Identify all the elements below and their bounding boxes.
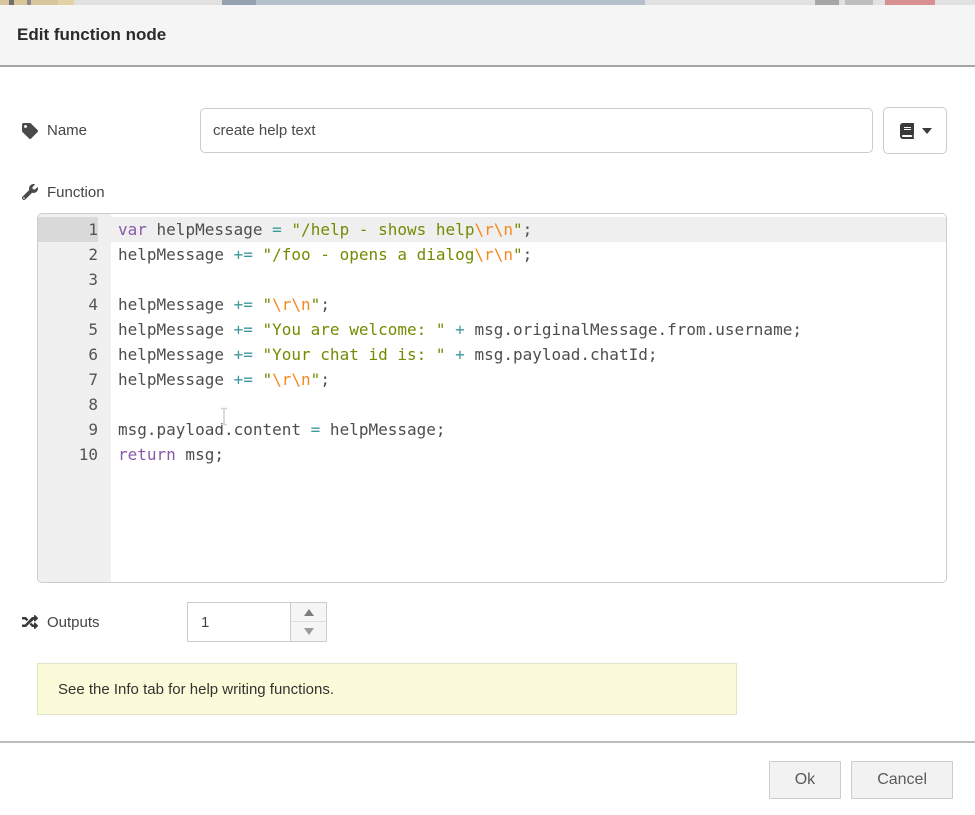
- outputs-input[interactable]: [188, 603, 290, 641]
- caret-down-icon: [922, 128, 932, 134]
- line-number: 9: [38, 417, 98, 442]
- code-line[interactable]: helpMessage += "Your chat id is: " + msg…: [118, 342, 946, 367]
- function-label: Function: [22, 182, 947, 202]
- outputs-label: Outputs: [22, 614, 187, 631]
- form-tip: See the Info tab for help writing functi…: [37, 663, 737, 715]
- dialog-body: Name Function 12345678910 var helpMessag…: [0, 67, 975, 741]
- spinner-down-button[interactable]: [291, 622, 326, 641]
- arrow-up-icon: [304, 609, 314, 616]
- spinner-buttons: [290, 603, 326, 641]
- dialog-title: Edit function node: [17, 25, 166, 45]
- name-label: Name: [22, 122, 200, 139]
- function-code-editor[interactable]: 12345678910 var helpMessage = "/help - s…: [37, 213, 947, 583]
- tag-icon: [22, 123, 38, 139]
- code-line[interactable]: helpMessage += "\r\n";: [118, 292, 946, 317]
- dialog-header: Edit function node: [0, 5, 975, 67]
- line-number: 8: [38, 392, 98, 417]
- name-row: Name: [22, 107, 947, 154]
- code-line[interactable]: msg.payload.content = helpMessage;: [118, 417, 946, 442]
- outputs-label-text: Outputs: [47, 614, 100, 631]
- line-number: 3: [38, 267, 98, 292]
- line-number: 1: [38, 217, 98, 242]
- line-number: 2: [38, 242, 98, 267]
- code-line[interactable]: return msg;: [118, 442, 946, 467]
- code-line[interactable]: helpMessage += "/foo - opens a dialog\r\…: [118, 242, 946, 267]
- code-line[interactable]: [118, 392, 946, 417]
- cancel-button[interactable]: Cancel: [851, 761, 953, 799]
- code-line[interactable]: helpMessage += "\r\n";: [118, 367, 946, 392]
- library-button[interactable]: [883, 107, 947, 154]
- ok-button[interactable]: Ok: [769, 761, 841, 799]
- arrow-down-icon: [304, 628, 314, 635]
- line-number: 5: [38, 317, 98, 342]
- code-line[interactable]: helpMessage += "You are welcome: " + msg…: [118, 317, 946, 342]
- editor-code-area[interactable]: var helpMessage = "/help - shows help\r\…: [111, 214, 946, 582]
- line-number: 7: [38, 367, 98, 392]
- function-label-text: Function: [47, 184, 105, 201]
- edit-function-node-dialog: Edit function node Name Function: [0, 5, 975, 815]
- line-number: 4: [38, 292, 98, 317]
- code-line[interactable]: var helpMessage = "/help - shows help\r\…: [111, 217, 946, 242]
- name-label-text: Name: [47, 122, 87, 139]
- dialog-footer: Ok Cancel: [0, 741, 975, 815]
- outputs-spinner: [187, 602, 327, 642]
- book-icon: [899, 123, 915, 139]
- code-line[interactable]: [118, 267, 946, 292]
- spinner-up-button[interactable]: [291, 603, 326, 622]
- editor-gutter: 12345678910: [38, 214, 111, 582]
- line-number: 10: [38, 442, 98, 467]
- shuffle-icon: [22, 614, 38, 630]
- wrench-icon: [22, 184, 38, 200]
- name-input[interactable]: [200, 108, 873, 153]
- line-number: 6: [38, 342, 98, 367]
- outputs-row: Outputs: [22, 602, 947, 642]
